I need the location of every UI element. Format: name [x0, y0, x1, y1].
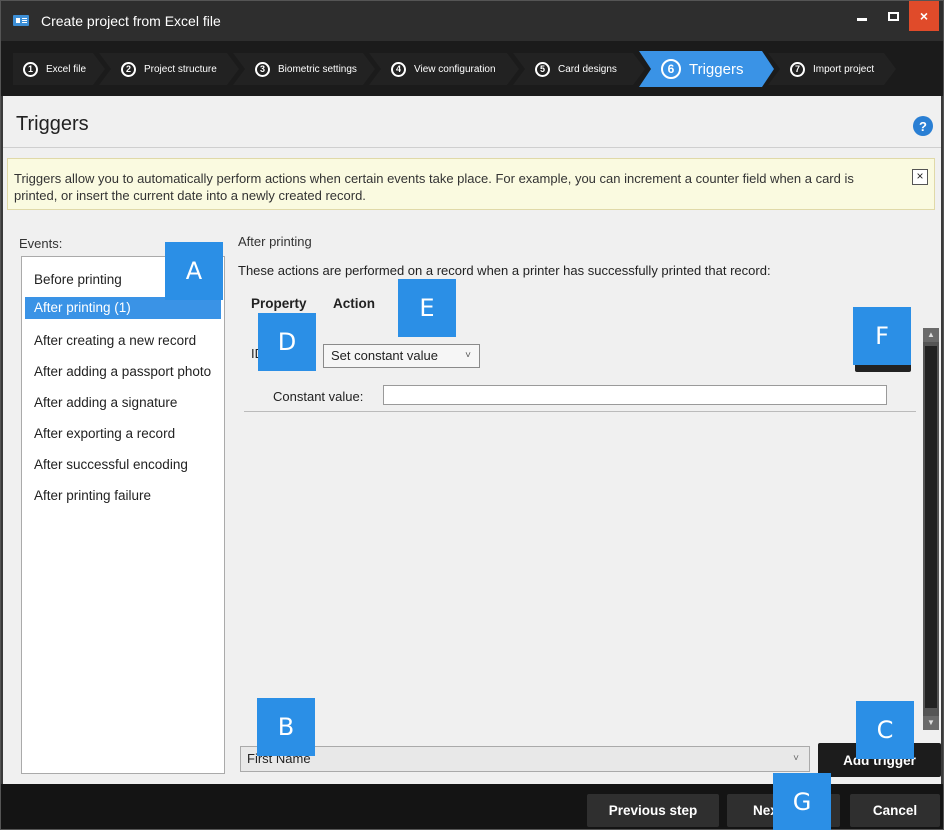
list-item[interactable]: After printing failure: [25, 480, 221, 511]
step-view-configuration[interactable]: 4 View configuration: [369, 53, 519, 85]
action-dropdown[interactable]: Set constant value ˅: [323, 344, 480, 368]
chevron-down-icon: ˅: [465, 350, 471, 361]
step-card-designs[interactable]: 5 Card designs: [513, 53, 645, 85]
step-label: Excel file: [46, 63, 87, 75]
chevron-down-icon: ˅: [793, 753, 799, 764]
dialog-window: Create project from Excel file × 1 Excel…: [0, 0, 944, 830]
step-project-structure[interactable]: 2 Project structure: [99, 53, 239, 85]
list-item[interactable]: After creating a new record: [25, 325, 221, 356]
step-number-icon: 2: [121, 62, 136, 77]
help-icon[interactable]: ?: [913, 116, 933, 136]
previous-step-button[interactable]: Previous step: [587, 794, 719, 827]
step-number-icon: 6: [661, 59, 681, 79]
scroll-up-icon[interactable]: ▲: [923, 328, 939, 342]
list-item[interactable]: After adding a passport photo: [25, 356, 221, 387]
step-number-icon: 3: [255, 62, 270, 77]
event-description: These actions are performed on a record …: [238, 263, 771, 278]
column-header-property: Property: [251, 296, 307, 311]
page-title: Triggers: [16, 113, 89, 135]
title-bar: Create project from Excel file ×: [1, 1, 943, 41]
action-dropdown-value: Set constant value: [331, 348, 438, 363]
event-title: After printing: [238, 234, 312, 249]
step-number-icon: 1: [23, 62, 38, 77]
events-label: Events:: [19, 236, 63, 251]
wizard-steps: 1 Excel file 2 Project structure 3 Biome…: [1, 41, 943, 96]
step-import-project[interactable]: 7 Import project: [768, 53, 896, 85]
list-item[interactable]: After adding a signature: [25, 387, 221, 418]
callout-label-g: G: [773, 773, 831, 830]
step-label: Triggers: [689, 60, 744, 78]
scroll-down-icon[interactable]: ▼: [923, 716, 939, 730]
step-label: Import project: [813, 63, 875, 75]
info-text: Triggers allow you to automatically perf…: [14, 171, 854, 203]
step-number-icon: 7: [790, 62, 805, 77]
id-card-icon: [13, 15, 29, 26]
close-icon: ×: [919, 8, 929, 24]
step-number-icon: 5: [535, 62, 550, 77]
minimize-button[interactable]: [847, 1, 877, 31]
maximize-button[interactable]: [878, 1, 908, 31]
info-banner: Triggers allow you to automatically perf…: [7, 158, 935, 210]
close-button[interactable]: ×: [909, 1, 939, 31]
constant-value-input[interactable]: [383, 385, 887, 405]
window-title: Create project from Excel file: [41, 13, 221, 29]
constant-value-label: Constant value:: [273, 389, 364, 404]
step-triggers[interactable]: 6 Triggers: [639, 51, 774, 87]
maximize-icon: [887, 11, 899, 21]
list-item[interactable]: After successful encoding: [25, 449, 221, 480]
trigger-divider: [244, 411, 916, 412]
header-divider: [3, 147, 941, 148]
callout-label-c: C: [856, 701, 914, 759]
minimize-icon: [857, 17, 867, 21]
column-header-action: Action: [333, 296, 375, 311]
callout-label-f: F: [853, 307, 911, 365]
callout-label-d: D: [258, 313, 316, 371]
scroll-thumb[interactable]: [925, 346, 937, 708]
vertical-scrollbar[interactable]: ▲ ▼: [923, 328, 939, 730]
list-item[interactable]: After exporting a record: [25, 418, 221, 449]
cancel-button[interactable]: Cancel: [850, 794, 940, 827]
close-icon[interactable]: ×: [912, 169, 928, 185]
step-label: Project structure: [144, 63, 217, 75]
step-label: Biometric settings: [278, 63, 357, 75]
content-panel: Triggers ? Triggers allow you to automat…: [3, 96, 941, 784]
callout-label-a: A: [165, 242, 223, 300]
step-label: View configuration: [414, 63, 496, 75]
events-list[interactable]: Before printing After printing (1) After…: [21, 256, 225, 774]
step-biometric-settings[interactable]: 3 Biometric settings: [233, 53, 375, 85]
callout-label-e: E: [398, 279, 456, 337]
field-dropdown[interactable]: First Name ˅: [240, 746, 810, 772]
step-number-icon: 4: [391, 62, 406, 77]
step-excel-file[interactable]: 1 Excel file: [13, 53, 105, 85]
step-label: Card designs: [558, 63, 617, 75]
list-item-selected[interactable]: After printing (1): [25, 297, 221, 319]
callout-label-b: B: [257, 698, 315, 756]
